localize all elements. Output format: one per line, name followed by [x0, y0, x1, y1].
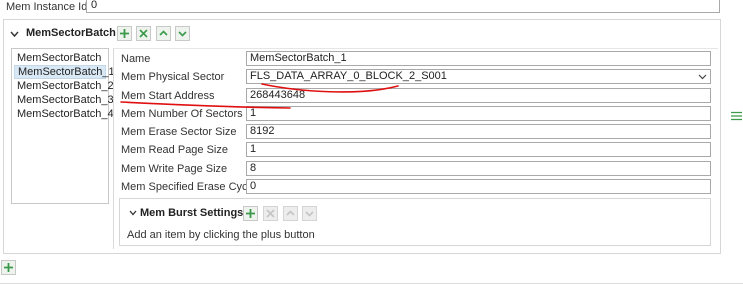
number-of-sectors-field[interactable]: 1	[246, 106, 711, 121]
write-page-size-label: Mem Write Page Size	[121, 163, 228, 175]
list-item[interactable]: MemSectorBatch_2	[17, 79, 114, 93]
burst-delete-button[interactable]	[263, 206, 278, 221]
chevron-up-icon	[286, 210, 295, 216]
bottom-add-button[interactable]	[1, 260, 16, 275]
burst-add-button[interactable]	[243, 206, 258, 221]
list-item[interactable]: MemSectorBatch	[17, 51, 101, 65]
chevron-down-icon	[305, 211, 314, 217]
bottom-divider	[0, 283, 743, 284]
plus-icon	[4, 263, 13, 272]
panel-title: MemSectorBatch	[26, 27, 116, 39]
delete-item-button[interactable]	[136, 26, 151, 41]
physical-sector-value: FLS_DATA_ARRAY_0_BLOCK_2_S001	[250, 70, 447, 82]
plus-icon	[120, 29, 129, 38]
start-address-field[interactable]: 268443648	[246, 88, 711, 103]
name-field[interactable]: MemSectorBatch_1	[246, 51, 711, 66]
start-address-label: Mem Start Address	[121, 90, 215, 102]
mem-instance-id-field[interactable]: 0	[86, 0, 720, 13]
move-down-button[interactable]	[175, 26, 190, 41]
collapse-caret-icon[interactable]	[129, 209, 137, 217]
write-page-size-field[interactable]: 8	[246, 161, 711, 176]
burst-move-up-button[interactable]	[283, 206, 298, 221]
specified-erase-cycles-field[interactable]: 0	[246, 179, 711, 194]
number-of-sectors-label: Mem Number Of Sectors	[121, 108, 243, 120]
read-page-size-field[interactable]: 1	[246, 142, 711, 157]
move-up-button[interactable]	[156, 26, 171, 41]
list-item[interactable]: MemSectorBatch_3	[17, 93, 114, 107]
burst-empty-hint: Add an item by clicking the plus button	[127, 229, 315, 241]
burst-settings-title: Mem Burst Settings	[140, 207, 244, 219]
collapse-caret-icon[interactable]	[10, 30, 19, 39]
mem-instance-id-label: Mem Instance Id	[6, 1, 88, 13]
menu-handle-icon[interactable]	[730, 110, 743, 122]
chevron-down-icon	[178, 31, 187, 37]
x-icon	[139, 29, 148, 38]
erase-sector-size-label: Mem Erase Sector Size	[121, 126, 237, 138]
chevron-down-icon	[698, 74, 707, 80]
physical-sector-label: Mem Physical Sector	[121, 71, 225, 83]
specified-erase-cycles-label: Mem Specified Erase Cycles	[121, 181, 262, 193]
read-page-size-label: Mem Read Page Size	[121, 144, 228, 156]
sector-batch-list: MemSectorBatch MemSectorBatch_1 MemSecto…	[11, 48, 115, 204]
list-item-selected[interactable]: MemSectorBatch_1	[14, 65, 115, 79]
erase-sector-size-field[interactable]: 8192	[246, 124, 711, 139]
physical-sector-select[interactable]: FLS_DATA_ARRAY_0_BLOCK_2_S001	[246, 69, 711, 84]
name-label: Name	[121, 53, 151, 65]
add-item-button[interactable]	[117, 26, 132, 41]
x-icon	[266, 209, 275, 218]
chevron-up-icon	[159, 30, 168, 36]
list-item[interactable]: MemSectorBatch_4	[17, 107, 114, 121]
mem-instance-id-row: Mem Instance Id 0	[0, 0, 743, 14]
burst-move-down-button[interactable]	[302, 206, 317, 221]
plus-icon	[246, 209, 255, 218]
